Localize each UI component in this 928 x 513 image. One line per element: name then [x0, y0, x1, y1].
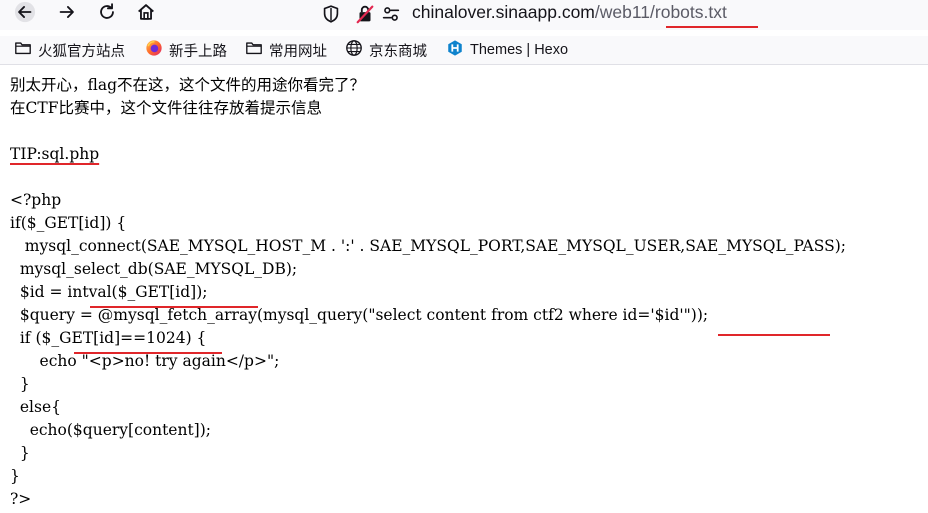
- url-host: chinalover.sinaapp.com: [412, 2, 595, 22]
- hexo-icon: [446, 39, 470, 61]
- reload-icon: [96, 1, 118, 27]
- code-line-1: <?php: [10, 191, 62, 209]
- bookmark-label: 常用网址: [269, 43, 327, 60]
- forward-arrow-icon: [56, 1, 78, 27]
- insecure-connection-lock-icon[interactable]: [354, 3, 376, 25]
- bookmark-label: 火狐官方站点: [38, 43, 125, 60]
- intro-line-1: 别太开心，flag不在这，这个文件的用途你看完了？: [10, 76, 366, 94]
- bookmark-label: 新手上路: [169, 43, 227, 60]
- reload-button[interactable]: [92, 0, 122, 28]
- home-icon: [135, 1, 157, 27]
- bookmark-item-getting-started[interactable]: 新手上路: [145, 39, 227, 61]
- back-button[interactable]: [10, 0, 40, 28]
- bookmark-label: 京东商城: [369, 43, 427, 60]
- bookmark-label: Themes | Hexo: [470, 42, 569, 58]
- tracking-protection-shield-icon[interactable]: [320, 3, 342, 25]
- browser-toolbar: chinalover.sinaapp.com/web11/robots.txt: [0, 0, 928, 30]
- code-line-14: ?>: [10, 490, 32, 508]
- url-text[interactable]: chinalover.sinaapp.com/web11/robots.txt: [412, 2, 727, 23]
- tip-line: TIP:sql.php: [10, 143, 920, 166]
- code-line-11: echo($query[content]);: [10, 421, 212, 439]
- url-underline-annotation: [666, 26, 758, 28]
- where-id-underline-annotation: [718, 334, 830, 336]
- site-permissions-icon[interactable]: [380, 3, 402, 25]
- code-line-9: }: [10, 375, 30, 393]
- code-line-2: if($_GET[id]) {: [10, 214, 127, 232]
- bookmark-item-themes-hexo[interactable]: Themes | Hexo: [446, 39, 568, 61]
- code-line-13: }: [10, 467, 20, 485]
- tip-text: TIP:sql.php: [10, 145, 100, 163]
- intval-underline-annotation: [90, 306, 258, 308]
- id-1024-underline-annotation: [74, 352, 222, 354]
- url-path-file: robots.txt: [654, 2, 727, 22]
- code-line-5: $id = intval($_GET[id]);: [10, 283, 208, 301]
- back-arrow-icon: [14, 1, 36, 27]
- home-button[interactable]: [131, 0, 161, 28]
- bookmarks-toolbar: 火狐官方站点 新手上路 常用网址 京东商城 Themes | Hexo: [0, 36, 928, 65]
- folder-icon: [245, 39, 269, 61]
- folder-icon: [14, 39, 38, 61]
- bookmark-item-firefox-official[interactable]: 火狐官方站点: [14, 39, 125, 61]
- bookmark-item-jd-mall[interactable]: 京东商城: [345, 39, 427, 61]
- globe-icon: [345, 39, 369, 61]
- page-content: 别太开心，flag不在这，这个文件的用途你看完了？ 在CTF比赛中，这个文件往往…: [10, 74, 920, 511]
- address-bar[interactable]: chinalover.sinaapp.com/web11/robots.txt: [312, 0, 928, 29]
- url-path-dir: /web11/: [594, 2, 655, 22]
- firefox-icon: [145, 39, 169, 61]
- code-line-7: if ($_GET[id]==1024) {: [10, 329, 207, 347]
- code-line-12: }: [10, 444, 30, 462]
- intro-line-2: 在CTF比赛中，这个文件往往存放着提示信息: [10, 99, 322, 117]
- forward-button[interactable]: [52, 0, 82, 28]
- bookmark-item-common-sites[interactable]: 常用网址: [245, 39, 327, 61]
- code-line-10: else{: [10, 398, 61, 416]
- code-line-4: mysql_select_db(SAE_MYSQL_DB);: [10, 260, 298, 278]
- code-line-3: mysql_connect(SAE_MYSQL_HOST_M . ':' . S…: [10, 237, 846, 255]
